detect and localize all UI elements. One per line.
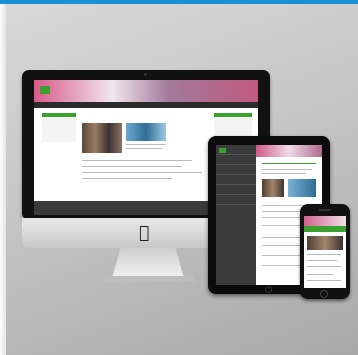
tablet-menu xyxy=(216,145,256,285)
left-sidebar-box xyxy=(42,113,76,142)
text-line xyxy=(307,274,333,275)
text-line xyxy=(82,160,192,161)
menu-item[interactable] xyxy=(216,165,256,175)
phone-device xyxy=(300,204,350,299)
banner-photo xyxy=(126,123,166,141)
text-line xyxy=(307,260,337,261)
text-line xyxy=(262,169,312,170)
top-accent-bar xyxy=(0,0,358,4)
tablet-site-logo[interactable] xyxy=(219,148,226,153)
site-banner xyxy=(34,80,258,102)
monitor-stand-base xyxy=(102,276,194,282)
menu-item[interactable] xyxy=(216,175,256,185)
phone-banner xyxy=(304,216,346,226)
text-line xyxy=(82,178,172,179)
apple-logo-icon:  xyxy=(139,223,149,243)
monitor-stand xyxy=(112,248,184,278)
camera-dot xyxy=(144,73,147,76)
devices-showcase:  xyxy=(0,0,358,355)
left-edge-shadow xyxy=(0,4,6,355)
group-photo xyxy=(82,123,122,153)
phone-home-button[interactable] xyxy=(320,290,328,298)
text-line xyxy=(262,173,306,174)
site-nav xyxy=(34,102,258,108)
text-line xyxy=(262,163,316,164)
phone-photo xyxy=(307,236,343,250)
tablet-banner xyxy=(256,145,322,157)
tablet-home-button[interactable] xyxy=(265,286,272,293)
text-line xyxy=(126,144,166,145)
menu-item[interactable] xyxy=(216,155,256,165)
phone-nav-bar[interactable] xyxy=(304,226,346,232)
menu-item[interactable] xyxy=(216,185,256,195)
text-line xyxy=(307,280,341,281)
text-line xyxy=(82,166,182,167)
text-line xyxy=(126,148,162,149)
text-line xyxy=(307,254,341,255)
site-logo[interactable] xyxy=(40,86,50,94)
text-line xyxy=(262,225,302,226)
tablet-photo xyxy=(288,179,316,197)
menu-item[interactable] xyxy=(216,195,256,205)
phone-speaker xyxy=(319,209,331,211)
text-line xyxy=(82,172,202,173)
phone-screen xyxy=(304,216,346,288)
text-line xyxy=(307,266,341,267)
tablet-photo xyxy=(262,179,284,197)
